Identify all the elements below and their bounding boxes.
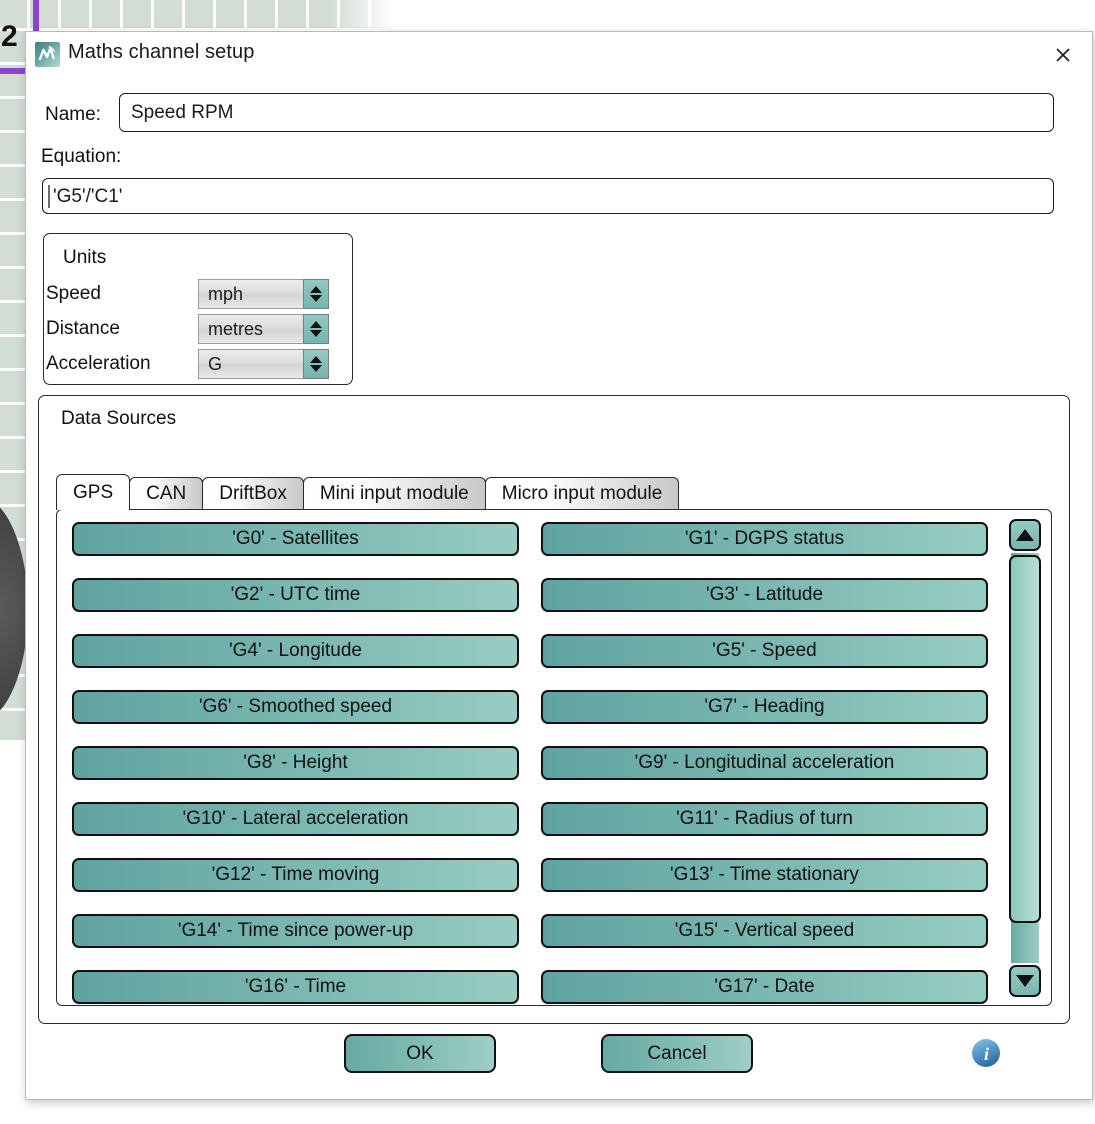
unit-select-distance[interactable]: metres — [198, 314, 329, 344]
dialog-title: Maths channel setup — [68, 41, 255, 63]
unit-select-speed[interactable]: mph — [198, 279, 329, 309]
tab-driftbox[interactable]: DriftBox — [202, 477, 304, 510]
channel-button[interactable]: 'G17' - Date — [541, 970, 988, 1004]
tab-gps[interactable]: GPS — [56, 474, 131, 510]
channel-button[interactable]: 'G10' - Lateral acceleration — [72, 802, 519, 836]
close-icon[interactable] — [1047, 40, 1079, 70]
channel-button[interactable]: 'G14' - Time since power-up — [72, 914, 519, 948]
unit-row-acceleration: Acceleration G — [44, 349, 352, 379]
dialog-footer: OK Cancel i — [26, 1022, 1092, 1099]
channel-button[interactable]: 'G16' - Time — [72, 970, 519, 1004]
channel-button[interactable]: 'G9' - Longitudinal acceleration — [541, 746, 988, 780]
text-caret — [48, 185, 50, 208]
equation-input[interactable] — [51, 179, 1049, 215]
channel-button[interactable]: 'G3' - Latitude — [541, 578, 988, 612]
channel-button[interactable]: 'G12' - Time moving — [72, 858, 519, 892]
spinner-up-icon — [310, 356, 322, 363]
spinner-down-icon — [310, 295, 322, 302]
equation-label: Equation: — [41, 146, 122, 167]
tab-mini-input-module[interactable]: Mini input module — [302, 477, 486, 510]
unit-row-speed: Speed mph — [44, 279, 352, 309]
spinner-acceleration[interactable] — [303, 349, 329, 379]
spinner-speed[interactable] — [303, 279, 329, 309]
channel-button[interactable]: 'G11' - Radius of turn — [541, 802, 988, 836]
info-icon[interactable]: i — [970, 1037, 1002, 1069]
tab-micro-input-module[interactable]: Micro input module — [484, 477, 680, 510]
spinner-down-icon — [310, 330, 322, 337]
unit-label-distance: Distance — [46, 318, 120, 339]
name-label: Name: — [45, 104, 101, 125]
row-number-label: 2 — [1, 20, 18, 53]
purple-marker-horizontal — [0, 68, 27, 74]
tab-can[interactable]: CAN — [129, 477, 204, 510]
channel-button[interactable]: 'G2' - UTC time — [72, 578, 519, 612]
channel-button[interactable]: 'G8' - Height — [72, 746, 519, 780]
scrollbar-thumb[interactable] — [1009, 555, 1041, 923]
unit-select-acceleration[interactable]: G — [198, 349, 329, 379]
channel-button[interactable]: 'G15' - Vertical speed — [541, 914, 988, 948]
unit-label-acceleration: Acceleration — [46, 353, 151, 374]
unit-value-acceleration: G — [198, 349, 303, 379]
channel-button[interactable]: 'G13' - Time stationary — [541, 858, 988, 892]
units-group: Units Speed mph Distance metres Accelera… — [43, 233, 353, 385]
dialog-title-bar: Maths channel setup — [26, 32, 1092, 78]
ok-button[interactable]: OK — [344, 1034, 496, 1073]
channel-button[interactable]: 'G5' - Speed — [541, 634, 988, 668]
spinner-up-icon — [310, 286, 322, 293]
spinner-distance[interactable] — [303, 314, 329, 344]
scroll-down-arrow-icon[interactable] — [1009, 965, 1041, 997]
spinner-up-icon — [310, 321, 322, 328]
unit-value-distance: metres — [198, 314, 303, 344]
channel-list: 'G0' - Satellites 'G1' - DGPS status 'G2' … — [72, 522, 988, 1004]
unit-value-speed: mph — [198, 279, 303, 309]
channel-button[interactable]: 'G1' - DGPS status — [541, 522, 988, 556]
channel-button[interactable]: 'G6' - Smoothed speed — [72, 690, 519, 724]
data-sources-legend: Data Sources — [61, 408, 177, 429]
svg-text:i: i — [984, 1044, 989, 1064]
triangle-up-glyph — [1016, 529, 1034, 541]
unit-label-speed: Speed — [46, 283, 101, 304]
maths-channel-icon — [35, 42, 60, 67]
channel-button[interactable]: 'G7' - Heading — [541, 690, 988, 724]
maths-channel-setup-dialog: Maths channel setup Name: Equation: Unit… — [25, 31, 1093, 1100]
name-input[interactable] — [119, 93, 1054, 132]
data-sources-tab-panel: 'G0' - Satellites 'G1' - DGPS status 'G2' … — [56, 509, 1052, 1006]
channel-list-scrollbar[interactable] — [1009, 519, 1041, 997]
data-sources-group: Data Sources GPS CAN DriftBox Mini input mo… — [38, 395, 1070, 1024]
channel-button[interactable]: 'G0' - Satellites — [72, 522, 519, 556]
triangle-down-glyph — [1016, 975, 1034, 987]
channel-button[interactable]: 'G4' - Longitude — [72, 634, 519, 668]
data-sources-tab-strip: GPS CAN DriftBox Mini input module Micro inp… — [56, 474, 680, 510]
equation-input-wrapper — [42, 178, 1054, 215]
spinner-down-icon — [310, 365, 322, 372]
name-row: Name: — [26, 93, 1092, 137]
unit-row-distance: Distance metres — [44, 314, 352, 344]
scroll-up-arrow-icon[interactable] — [1009, 519, 1041, 551]
units-legend: Units — [63, 247, 107, 268]
cancel-button[interactable]: Cancel — [601, 1034, 753, 1073]
